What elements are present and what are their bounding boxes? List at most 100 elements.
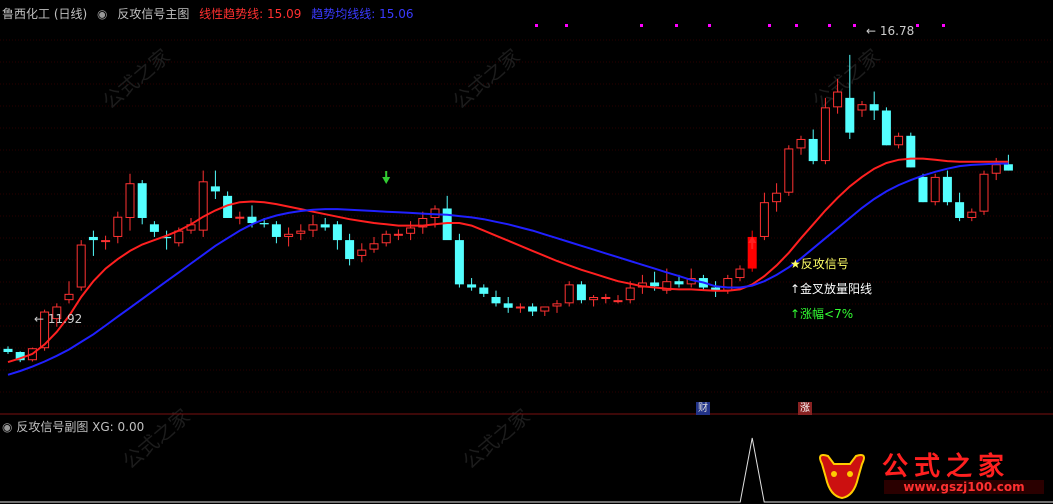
candle-body [101,240,111,243]
candle-body [930,176,940,203]
candle-body [955,202,965,218]
candle-body [3,348,13,353]
candle-body [991,164,1001,174]
condition-gain-limit: ↑涨幅<7% [790,307,854,321]
candle-body [613,300,623,303]
candle-body [540,306,550,312]
candle-body [320,224,330,228]
high-price-label: ← 16.78 [866,24,915,38]
candle-body [759,202,769,237]
logo-text: 公式之家 [882,452,1011,482]
candle-body [210,186,220,192]
candle-body [235,216,245,219]
candle-body [515,306,525,309]
candle-body [674,281,684,285]
main-header: 鲁西化工 (日线) ◉ 反攻信号主图 线性趋势线: 15.09 趋势均线线: 1… [2,5,419,22]
top-dot [675,24,678,27]
candle-body [381,233,391,244]
badge-finance[interactable]: 财 [696,402,710,415]
top-dot [942,24,945,27]
candle-body [406,227,416,234]
logo-url: www.gszj100.com [884,480,1044,494]
candle-body [796,138,806,149]
line2-legend: 趋势均线线: 15.06 [311,7,414,21]
low-price-label: ← 11.92 [34,312,83,326]
candle-body [869,104,879,111]
candle-body [64,293,74,301]
candle-body [503,303,513,308]
candle-body [284,233,294,237]
down-arrow-icon [382,171,391,184]
candle-body [259,223,269,225]
line-ma [7,162,1009,376]
candle-body [76,244,86,288]
candle-body [369,243,379,250]
candle-body [113,216,123,237]
top-dot [640,24,643,27]
candle-body [820,107,830,162]
candle-body [491,297,501,304]
sub-header: ◉ 反攻信号副图 XG: 0.00 [2,418,144,435]
badge-limit-up[interactable]: 涨 [798,402,812,415]
grid-lines [0,39,1053,393]
candle-body [125,183,135,218]
candle-body [601,297,611,300]
candle-body [137,183,147,218]
candle-body [149,224,159,232]
top-dot [708,24,711,27]
candle-body [479,287,489,294]
stock-title[interactable]: 鲁西化工 (日线) [2,7,87,21]
candle-body [784,148,794,193]
candle-body [564,284,574,304]
candle-body [967,211,977,218]
line1-legend: 线性趋势线: 15.09 [199,7,302,21]
candle-body [857,104,867,111]
candle-body [894,135,904,146]
candle-body [979,173,989,212]
candle-body [308,224,318,231]
top-dot [565,24,568,27]
xg-label: XG: [92,420,114,434]
candle-body [625,287,635,301]
candle-body [772,192,782,203]
candle-body [942,176,952,203]
candle-body [528,306,538,312]
candle-body [467,284,477,288]
candle-body [918,176,928,203]
top-dot [795,24,798,27]
top-dot [916,24,919,27]
candle-body [906,135,916,168]
candle-body [808,138,818,162]
price-chart[interactable]: 公式之家 公式之家 公式之家公式之家 公式之家 [0,0,1053,504]
candle-body [576,284,586,301]
candle-body [332,224,342,241]
watermark-logo: 公式之家 www.gszj100.com [806,440,1053,504]
watermark-text: 公式之家 [98,44,175,114]
signal-label: ★反攻信号 [790,257,849,271]
candle-body [552,303,562,307]
indicator-name[interactable]: 反攻信号主图 [117,7,189,21]
candle-body [845,97,855,133]
top-dot [828,24,831,27]
candle-body [454,240,464,285]
xg-value: 0.00 [117,420,145,434]
candle-body [198,181,208,231]
candle-body [345,240,355,260]
candle-body [357,249,367,256]
candle-body [735,268,745,279]
sub-dropdown-icon[interactable]: ◉ [2,420,12,434]
candle-body [833,91,843,108]
candle-body [393,233,403,236]
candle-body [296,230,306,234]
sub-indicator-name[interactable]: 反攻信号副图 [16,420,88,434]
indicator-dropdown-icon[interactable]: ◉ [97,7,107,21]
candle-body [271,224,281,237]
top-dot [853,24,856,27]
top-dot [535,24,538,27]
watermarks: 公式之家 公式之家 公式之家公式之家 公式之家 [98,44,885,474]
candle-body [881,110,891,146]
candle-body [174,230,184,244]
condition-golden-cross: ↑金叉放量阳线 [790,282,873,296]
candle-body [589,297,599,301]
top-dot [768,24,771,27]
